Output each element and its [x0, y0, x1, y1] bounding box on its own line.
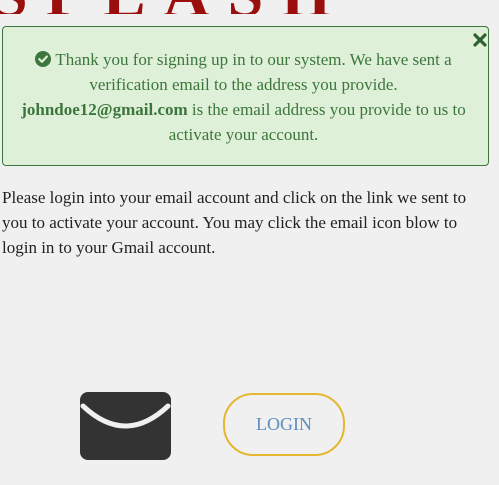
alert-email: johndoe12@gmail.com [21, 100, 188, 119]
envelope-icon[interactable] [80, 392, 171, 460]
alert-message-part1: Thank you for signing up in to our syste… [55, 50, 452, 94]
instructions-text: Please login into your email account and… [2, 188, 467, 257]
site-logo: SPLASH [0, 0, 499, 14]
site-logo-text: SPLASH [0, 0, 349, 14]
close-icon[interactable] [472, 30, 488, 47]
login-button[interactable]: LOGIN [223, 393, 345, 456]
check-circle-icon [35, 49, 52, 67]
success-alert: Thank you for signing up in to our syste… [2, 26, 489, 166]
alert-message-part2: is the email address you provide to us t… [168, 100, 466, 144]
